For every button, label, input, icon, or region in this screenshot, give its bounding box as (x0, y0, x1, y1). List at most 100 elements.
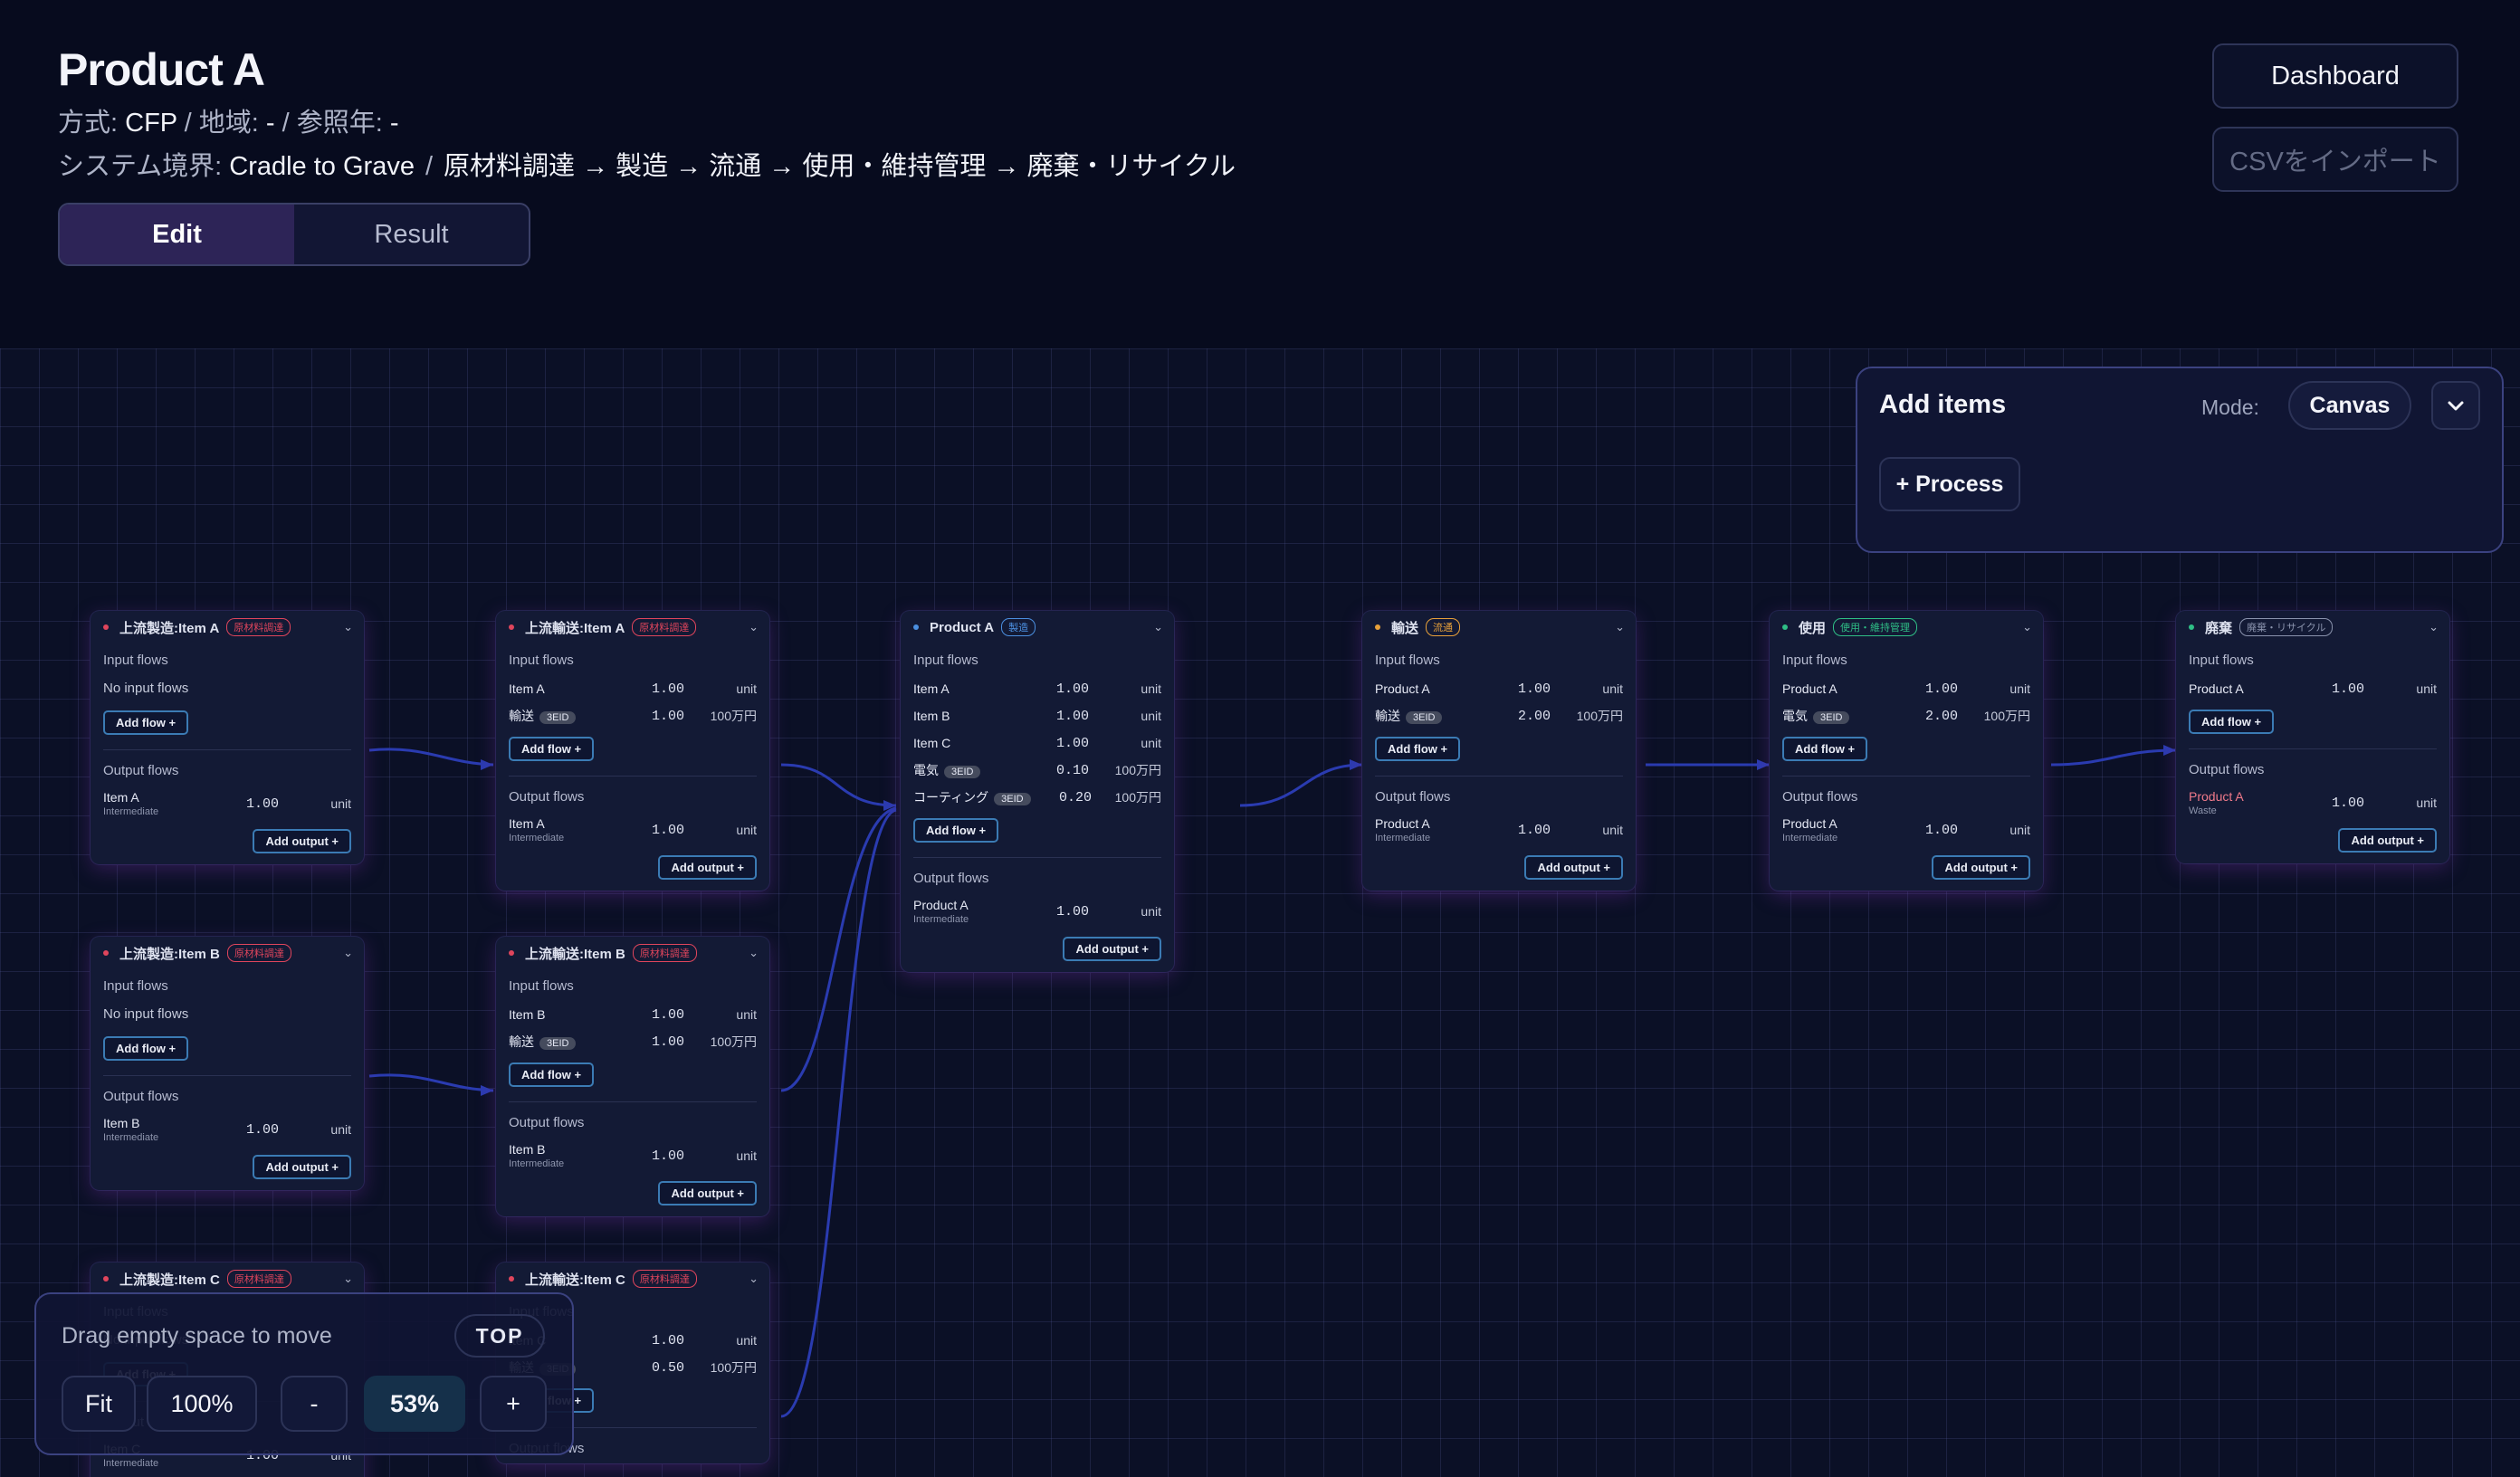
top-button[interactable]: TOP (454, 1314, 545, 1358)
flow-type: Intermediate (103, 1132, 159, 1143)
tab-result[interactable]: Result (294, 205, 529, 264)
flow-label: Item A (103, 790, 139, 805)
node-header: 上流輸送:Item B 原材料調達 ⌄ (496, 937, 769, 969)
flow-type: Intermediate (103, 806, 159, 817)
zoom-reset-button[interactable]: 100% (147, 1376, 257, 1432)
process-node[interactable]: 使用 使用・維持管理 ⌄ Input flows Product A 1.00 unit 電気… (1770, 611, 2043, 891)
chevron-down-icon[interactable]: ⌄ (2022, 620, 2032, 634)
add-output-button[interactable]: Add output + (1932, 855, 2030, 880)
chevron-down-icon[interactable]: ⌄ (343, 620, 353, 634)
add-process-button[interactable]: + Process (1879, 457, 2020, 511)
input-flow-row: Product A 1.00 unit (2176, 675, 2449, 702)
flow-amount[interactable]: 1.00 (1026, 709, 1089, 724)
flow-amount[interactable]: 1.00 (621, 709, 684, 724)
flow-amount[interactable]: 1.00 (1487, 823, 1551, 838)
flow-label: Item B (509, 1142, 546, 1157)
output-flow-row: Product A Waste 1.00 unit (2176, 785, 2449, 821)
process-node[interactable]: 上流輸送:Item B 原材料調達 ⌄ Input flows Item B 1.00 un… (496, 937, 769, 1216)
add-output-button[interactable]: Add output + (253, 1155, 351, 1179)
chevron-down-icon[interactable]: ⌄ (1153, 620, 1163, 634)
edge (780, 806, 897, 1092)
add-flow-button[interactable]: Add flow + (1375, 737, 1461, 761)
zoom-fit-button[interactable]: Fit (62, 1376, 136, 1432)
flow-amount[interactable]: 1.00 (215, 1122, 279, 1138)
flow-unit: unit (2009, 823, 2030, 837)
add-flow-button[interactable]: Add flow + (509, 1062, 595, 1087)
process-node[interactable]: 上流輸送:Item A 原材料調達 ⌄ Input flows Item A 1.00 un… (496, 611, 769, 891)
flow-amount[interactable]: 1.00 (1026, 904, 1089, 920)
chevron-down-icon[interactable]: ⌄ (343, 1272, 353, 1286)
edge (1239, 763, 1363, 807)
output-flow-row: Product A Intermediate 1.00 unit (901, 893, 1174, 929)
flow-amount[interactable]: 0.50 (621, 1360, 684, 1376)
flow-label: Item C (913, 736, 951, 750)
zoom-out-button[interactable]: - (281, 1376, 348, 1432)
edge (2050, 748, 2177, 767)
flow-amount[interactable]: 1.00 (1895, 823, 1958, 838)
chevron-down-icon[interactable]: ⌄ (749, 946, 759, 960)
database-badge: 3EID (944, 766, 981, 778)
drag-hint: Drag empty space to move (62, 1323, 332, 1348)
stage-dot (1782, 624, 1788, 630)
add-output-wrap: Add output + (2176, 821, 2449, 863)
stage-tag: 廃棄・リサイクル (2239, 618, 2334, 636)
process-node[interactable]: 上流製造:Item B 原材料調達 ⌄ Input flows No input flo… (91, 937, 364, 1190)
add-flow-button[interactable]: Add flow + (1782, 737, 1868, 761)
flow-amount[interactable]: 1.00 (2301, 796, 2364, 811)
input-flows-label: Input flows (509, 978, 574, 994)
flow-amount[interactable]: 1.00 (1026, 736, 1089, 751)
add-flow-button[interactable]: Add flow + (913, 818, 999, 843)
mode-select[interactable]: Canvas (2288, 381, 2411, 430)
flow-amount[interactable]: 1.00 (2301, 681, 2364, 697)
flow-amount[interactable]: 2.00 (1487, 709, 1551, 724)
chevron-down-icon[interactable]: ⌄ (2429, 620, 2439, 634)
add-flow-button[interactable]: Add flow + (509, 737, 595, 761)
add-flow-button[interactable]: Add flow + (2189, 710, 2275, 734)
chevron-down-icon[interactable]: ⌄ (749, 1272, 759, 1286)
process-node[interactable]: 廃棄 廃棄・リサイクル ⌄ Input flows Product A 1.00 unit A… (2176, 611, 2449, 863)
chevron-down-icon[interactable]: ⌄ (343, 946, 353, 960)
flow-amount[interactable]: 1.00 (1026, 681, 1089, 697)
add-output-button[interactable]: Add output + (1063, 937, 1161, 961)
flow-amount[interactable]: 1.00 (621, 1333, 684, 1348)
flow-amount[interactable]: 1.00 (621, 1034, 684, 1050)
tab-edit[interactable]: Edit (60, 205, 294, 264)
flow-amount[interactable]: 1.00 (1895, 681, 1958, 697)
stage-tag: 流通 (1426, 618, 1461, 636)
flow-label: 輸送 (1375, 709, 1400, 723)
add-output-button[interactable]: Add output + (2338, 828, 2437, 853)
flow-amount[interactable]: 1.00 (215, 796, 279, 812)
add-output-button[interactable]: Add output + (658, 855, 757, 880)
process-node[interactable]: Product A 製造 ⌄ Input flows Item A 1.00 unit Ite… (901, 611, 1174, 972)
chevron-down-icon[interactable]: ⌄ (749, 620, 759, 634)
process-node[interactable]: 上流製造:Item A 原材料調達 ⌄ Input flows No input flo… (91, 611, 364, 864)
add-flow-button[interactable]: Add flow + (103, 710, 189, 735)
add-flow-button[interactable]: Add flow + (103, 1036, 189, 1061)
edge (368, 748, 494, 767)
output-flow-row: Item B Intermediate 1.00 unit (91, 1111, 364, 1148)
stage-tag: 製造 (1001, 618, 1036, 636)
flow-amount[interactable]: 0.20 (1031, 790, 1092, 805)
flow-name: コーティング 3EID (913, 788, 1031, 806)
flow-amount[interactable]: 1.00 (621, 1007, 684, 1023)
add-output-button[interactable]: Add output + (253, 829, 351, 853)
flow-name: Product A Waste (2189, 789, 2301, 816)
flow-amount[interactable]: 0.10 (1026, 763, 1089, 778)
add-output-button[interactable]: Add output + (658, 1181, 757, 1205)
flow-amount[interactable]: 1.00 (621, 1148, 684, 1164)
process-node[interactable]: 輸送 流通 ⌄ Input flows Product A 1.00 unit 輸送 3EID 2… (1362, 611, 1636, 891)
flow-amount[interactable]: 1.00 (621, 823, 684, 838)
flow-name: Item B (913, 709, 1026, 723)
add-output-button[interactable]: Add output + (1524, 855, 1623, 880)
flow-amount[interactable]: 1.00 (621, 681, 684, 697)
collapse-button[interactable] (2431, 381, 2480, 430)
dashboard-button[interactable]: Dashboard (2212, 43, 2458, 109)
flow-label: Item A (509, 681, 545, 696)
csv-import-button[interactable]: CSVをインポート (2212, 127, 2458, 192)
flow-amount[interactable]: 2.00 (1895, 709, 1958, 724)
boundary-separator: / (425, 152, 434, 181)
chevron-down-icon[interactable]: ⌄ (1615, 620, 1625, 634)
zoom-in-button[interactable]: + (480, 1376, 547, 1432)
flow-amount[interactable]: 1.00 (1487, 681, 1551, 697)
divider (1782, 776, 2030, 777)
